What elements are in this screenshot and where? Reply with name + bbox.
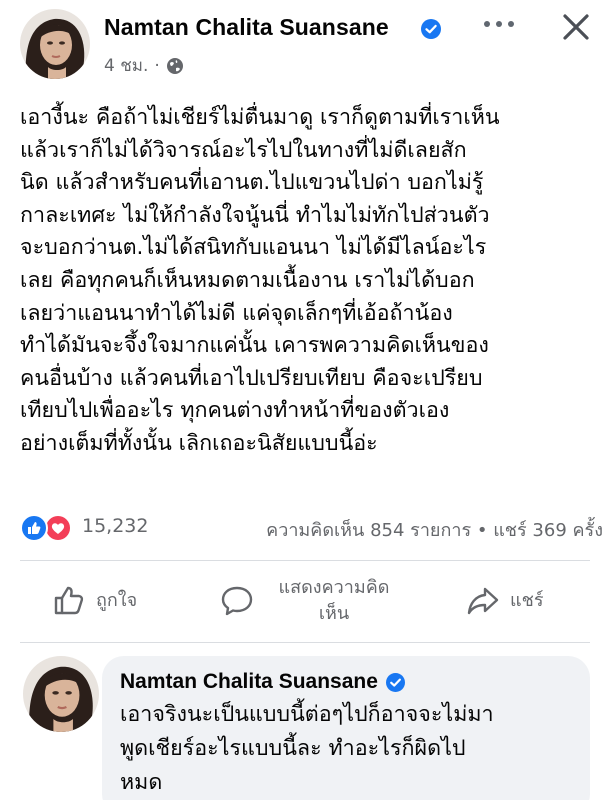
comment-author-name[interactable]: Namtan Chalita Suansane [120,670,378,694]
author-name[interactable]: Namtan Chalita Suansane [104,14,389,41]
post-meta: 4 ชม. · [104,52,184,79]
author-avatar[interactable] [20,9,90,79]
comment-bubble: Namtan Chalita Suansane เอาจริงนะเป็นแบบ… [102,656,590,800]
post-text-line: ทำได้มันจะจึ้งใจมากแค่นั้น เคารพความคิดเ… [20,333,489,359]
reactions-summary: 15,232 ความคิดเห็น 854 รายการ • แชร์ 369… [20,513,603,543]
comment-label: แสดงความคิดเห็น [278,577,390,624]
more-options-icon[interactable] [484,14,514,34]
post-text: เอางี้นะ คือถ้าไม่เชียร์ไม่ตื่นมาดู เราก… [20,102,595,461]
verified-badge-icon [385,672,405,692]
like-reaction-icon [20,514,48,542]
close-icon[interactable] [562,13,590,41]
divider [20,642,590,643]
comment-text: เอาจริงนะเป็นแบบนี้ต่อๆไปก็อาจจะไม่มา พู… [120,698,572,800]
like-label: ถูกใจ [96,590,138,611]
post-text-line: เลย คือทุกคนก็เห็นหมดตามเนื้องาน เราไม่ไ… [20,267,475,293]
post-text-line: เอางี้นะ คือถ้าไม่เชียร์ไม่ตื่นมาดู เราก… [20,105,500,130]
like-button[interactable]: ถูกใจ [52,561,137,641]
comment-text-line: หมด [120,770,163,795]
meta-separator: · [154,55,160,76]
post-text-line: นิด แล้วสำหรับคนที่เอานต.ไปแขวนไปด่า บอก… [20,170,484,196]
post-text-line: จะบอกว่านต.ไม่ได้สนิทกับแอนนา ไม่ได้มีไล… [20,235,487,261]
comment-author: Namtan Chalita Suansane [120,670,405,694]
post-actions: ถูกใจ แสดงความคิดเห็น แชร์ [0,561,610,641]
share-button[interactable]: แชร์ [466,561,544,641]
share-label: แชร์ [510,590,544,611]
comment-share-stats[interactable]: ความคิดเห็น 854 รายการ • แชร์ 369 ครั้ง [266,515,603,544]
post-timestamp[interactable]: 4 ชม. [104,52,148,79]
comment-text-line: พูดเชียร์อะไรแบบนี้ละ ทำอะไรก็ผิดไป [120,736,466,761]
post-header: Namtan Chalita Suansane 4 ชม. · [0,0,610,96]
post-text-line: เลยว่าแอนนาทำได้ไม่ดี แค่จุดเล็กๆที่เอ้อ… [20,300,453,326]
post-text-line: แล้วเราก็ไม่ได้วิจารณ์อะไรไปในทางที่ไม่ด… [20,137,467,163]
reaction-count[interactable]: 15,232 [82,515,148,537]
share-arrow-icon [467,587,499,615]
like-thumb-icon [54,586,84,615]
comment-button[interactable]: แสดงความคิดเห็น [220,561,404,641]
verified-badge-icon [421,19,441,39]
commenter-avatar[interactable] [23,656,99,732]
heart-icon [44,514,72,542]
reaction-icons[interactable] [20,514,76,542]
comment-item: Namtan Chalita Suansane เอาจริงนะเป็นแบบ… [0,650,610,800]
post-text-line: คนอื่นบ้าง แล้วคนที่เอาไปเปรียบเทียบ คือ… [20,365,483,391]
globe-icon [166,57,183,74]
post-text-line: กาละเทศะ ไม่ให้กำลังใจนู้นนี่ ทำไมไม่ทัก… [20,202,490,228]
comment-text-line: เอาจริงนะเป็นแบบนี้ต่อๆไปก็อาจจะไม่มา [120,702,494,727]
comment-bubble-icon [221,586,253,616]
post-text-line: เทียบไปเพื่ออะไร ทุกคนต่างทำหน้าที่ของตั… [20,398,450,424]
post-text-line: อย่างเต็มที่ทั้งนั้น เลิกเถอะนิสัยแบบนี้… [20,430,378,456]
